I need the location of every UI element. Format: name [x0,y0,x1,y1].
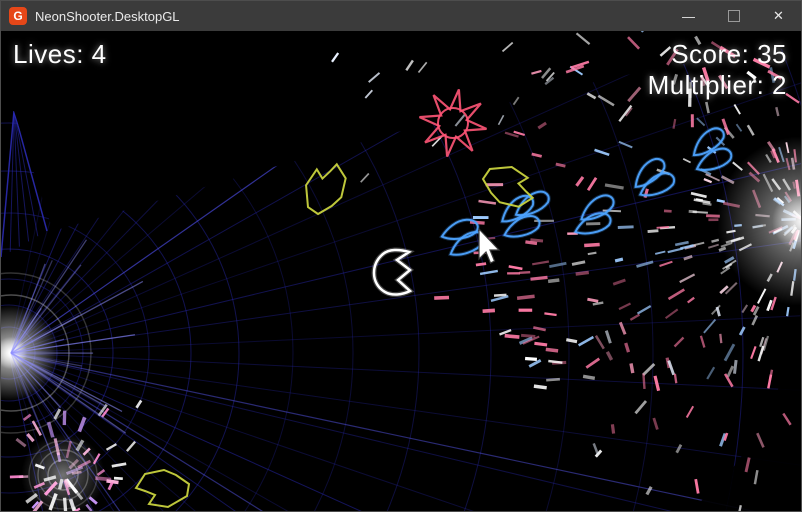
game-scene [1,31,801,511]
enemy-wanderer [136,470,189,507]
enemy-wanderer [297,156,353,220]
lives-label: Lives: 4 [13,39,107,70]
particle-burst-below-pink [494,280,603,388]
titlebar: G NeonShooter.DesktopGL — ✕ [1,1,801,31]
maximize-icon [728,10,740,22]
score-label: Score: 35 [648,39,787,70]
game-window: G NeonShooter.DesktopGL — ✕ Lives: 4 Sco… [0,0,802,512]
minimize-button[interactable]: — [666,1,711,31]
player-ship [374,250,410,295]
enemy-seeker [505,215,540,238]
game-viewport[interactable]: Lives: 4 Score: 35 Multiplier: 2 [1,31,801,511]
window-title: NeonShooter.DesktopGL [35,9,666,24]
maximize-button[interactable] [711,1,756,31]
corner-shade [686,301,801,511]
multiplier-label: Multiplier: 2 [648,70,787,101]
monogame-app-icon: G [9,7,27,25]
enemy-seeker [697,149,731,170]
close-button[interactable]: ✕ [756,1,801,31]
enemy-seeker [640,173,675,196]
enemy-seeker [689,127,728,157]
